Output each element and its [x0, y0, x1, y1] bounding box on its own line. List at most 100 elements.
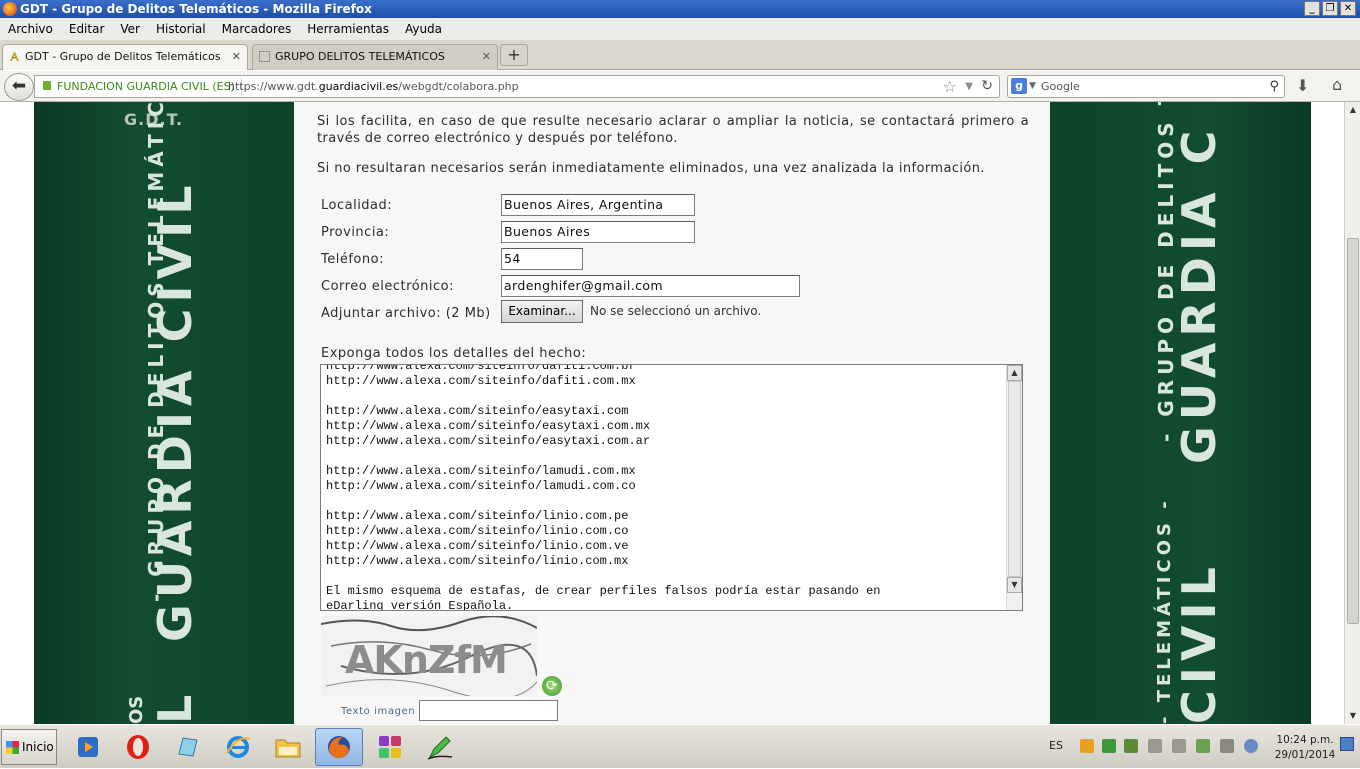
internet-explorer-icon[interactable]	[214, 728, 262, 766]
page-scroll-thumb[interactable]	[1347, 238, 1359, 624]
google-icon[interactable]: g	[1011, 78, 1027, 94]
window-controls: _ ❐ ✕	[1304, 1, 1356, 16]
network-icon[interactable]	[1148, 739, 1162, 753]
security-icon[interactable]	[1196, 739, 1210, 753]
downloads-icon[interactable]: ⬇	[1296, 76, 1309, 95]
opera-icon[interactable]	[114, 728, 162, 766]
details-text: http://www.alexa.com/siteinfo/dafiti.com…	[326, 364, 881, 611]
start-label: Inicio	[22, 740, 54, 754]
app-tray-icon[interactable]	[1124, 739, 1138, 753]
tab-close-icon[interactable]: ✕	[232, 45, 241, 69]
back-button[interactable]: ⬅	[4, 73, 34, 101]
province-label: Provincia:	[321, 225, 390, 240]
attach-label: Adjuntar archivo: (2 Mb)	[321, 306, 491, 321]
textarea-scroll-thumb[interactable]	[1008, 381, 1021, 577]
captcha-image: AKnZfM	[321, 616, 537, 696]
tab-label: GRUPO DELITOS TELEMÁTICOS	[275, 50, 445, 63]
captcha-refresh-icon[interactable]: ⟳	[542, 676, 562, 696]
colabora-form: Si los facilita, en caso de que resulte …	[294, 102, 1050, 724]
menu-herramientas[interactable]: Herramientas	[301, 22, 395, 36]
menu-marcadores[interactable]: Marcadores	[216, 22, 298, 36]
tab-bar: GDT - Grupo de Delitos Telemáticos ✕ GRU…	[0, 40, 1360, 70]
page-scrollbar[interactable]: ▲ ▼	[1344, 102, 1360, 724]
page-scroll-down-icon[interactable]: ▼	[1345, 708, 1360, 724]
taskbar: Inicio ES 10:24 p.m. 29/01/2014	[0, 724, 1360, 768]
intro-paragraph-1: Si los facilita, en caso de que resulte …	[317, 114, 1029, 146]
window-title: GDT - Grupo de Delitos Telemáticos - Moz…	[20, 2, 372, 16]
start-button[interactable]: Inicio	[1, 729, 57, 765]
page-icon	[259, 51, 270, 62]
menu-historial[interactable]: Historial	[150, 22, 212, 36]
firefox-taskbar-icon[interactable]	[315, 728, 363, 766]
home-icon[interactable]: ⌂	[1332, 75, 1342, 94]
update-icon[interactable]	[1244, 739, 1258, 753]
notepad-icon[interactable]	[164, 728, 212, 766]
antivirus-icon[interactable]	[1080, 739, 1094, 753]
menu-ver[interactable]: Ver	[114, 22, 146, 36]
menu-archivo[interactable]: Archivo	[2, 22, 59, 36]
tab-close-icon[interactable]: ✕	[482, 45, 491, 69]
textarea-scrollbar[interactable]: ▲ ▼	[1006, 365, 1022, 610]
window-titlebar: GDT - Grupo de Delitos Telemáticos - Moz…	[0, 0, 1360, 18]
url-domain: guardiacivil.es	[318, 80, 399, 93]
banner-left-fragment: L	[148, 694, 202, 724]
left-banner: G.D.T. - GRUPO DE DELITOS TELEMÁTICOS - …	[34, 102, 294, 724]
sync-icon[interactable]	[1102, 739, 1116, 753]
minimize-button[interactable]: _	[1304, 1, 1320, 16]
menu-editar[interactable]: Editar	[63, 22, 111, 36]
scroll-down-icon[interactable]: ▼	[1007, 577, 1022, 593]
reload-icon[interactable]: ↻	[981, 76, 993, 97]
search-bar[interactable]: g ▼ Google ⚲	[1007, 75, 1285, 98]
details-textarea[interactable]: http://www.alexa.com/siteinfo/dafiti.com…	[320, 364, 1023, 611]
banner-left-title: GUARDIA CIVIL	[148, 179, 202, 642]
url-prefix: https://www.gdt.	[228, 80, 319, 93]
captcha-text: AKnZfM	[345, 638, 508, 682]
url-bar[interactable]: FUNDACION GUARDIA CIVIL (ES) https://www…	[34, 75, 1000, 98]
close-window-button[interactable]: ✕	[1340, 1, 1356, 16]
locality-field[interactable]: Buenos Aires, Argentina	[501, 194, 695, 216]
media-player-icon[interactable]	[64, 728, 112, 766]
flag-icon[interactable]	[1220, 739, 1234, 753]
province-field[interactable]: Buenos Aires	[501, 221, 695, 243]
phone-label: Teléfono:	[321, 252, 384, 267]
url-dropdown-icon[interactable]: ▼	[965, 76, 973, 97]
page-content: G.D.T. - GRUPO DE DELITOS TELEMÁTICOS - …	[0, 102, 1344, 724]
clock[interactable]: 10:24 p.m. 29/01/2014	[1272, 733, 1338, 763]
menu-ayuda[interactable]: Ayuda	[399, 22, 448, 36]
navigation-bar: ⬅ FUNDACION GUARDIA CIVIL (ES) https://w…	[0, 71, 1360, 102]
email-label: Correo electrónico:	[321, 279, 454, 294]
captcha-input[interactable]	[419, 700, 558, 721]
phone-field[interactable]: 54	[501, 248, 583, 270]
search-engine-dropdown-icon[interactable]: ▼	[1029, 76, 1036, 97]
captcha-label: Texto imagen	[341, 706, 416, 717]
new-tab-button[interactable]: +	[500, 44, 528, 66]
pen-icon[interactable]	[416, 728, 464, 766]
folder-icon[interactable]	[264, 728, 312, 766]
site-identity[interactable]: FUNDACION GUARDIA CIVIL (ES)	[37, 78, 242, 95]
show-desktop-button[interactable]	[1340, 737, 1354, 751]
banner-right-title: GUARDIA C	[1172, 124, 1226, 464]
page-scroll-up-icon[interactable]: ▲	[1345, 102, 1360, 118]
tab-gdt[interactable]: GDT - Grupo de Delitos Telemáticos ✕	[2, 44, 248, 70]
url-path: /webgdt/colabora.php	[398, 80, 519, 93]
browse-file-button[interactable]: Examinar...	[501, 300, 583, 323]
clock-time: 10:24 p.m.	[1276, 734, 1334, 746]
email-field[interactable]: ardenghifer@gmail.com	[501, 275, 800, 297]
search-icon[interactable]: ⚲	[1269, 76, 1279, 97]
restore-button[interactable]: ❐	[1322, 1, 1338, 16]
tab-grupo-delitos[interactable]: GRUPO DELITOS TELEMÁTICOS ✕	[252, 44, 498, 70]
intro-paragraph-2: Si no resultaran necesarios serán inmedi…	[317, 161, 985, 176]
no-file-status: No se seleccionó un archivo.	[590, 304, 762, 318]
search-input[interactable]: Google	[1041, 76, 1080, 97]
language-indicator[interactable]: ES	[1049, 739, 1063, 752]
guardia-civil-favicon-icon	[10, 52, 19, 61]
locality-label: Localidad:	[321, 198, 393, 213]
menu-bar: Archivo Editar Ver Historial Marcadores …	[0, 18, 1360, 40]
tab-label: GDT - Grupo de Delitos Telemáticos	[25, 50, 221, 63]
url-text[interactable]: https://www.gdt.guardiacivil.es/webgdt/c…	[228, 76, 519, 97]
app-grid-icon[interactable]	[366, 728, 414, 766]
volume-icon[interactable]	[1172, 739, 1186, 753]
bookmark-star-icon[interactable]: ☆	[943, 76, 957, 97]
banner-right-title-2: CIVIL	[1172, 561, 1226, 724]
scroll-up-icon[interactable]: ▲	[1007, 365, 1022, 381]
